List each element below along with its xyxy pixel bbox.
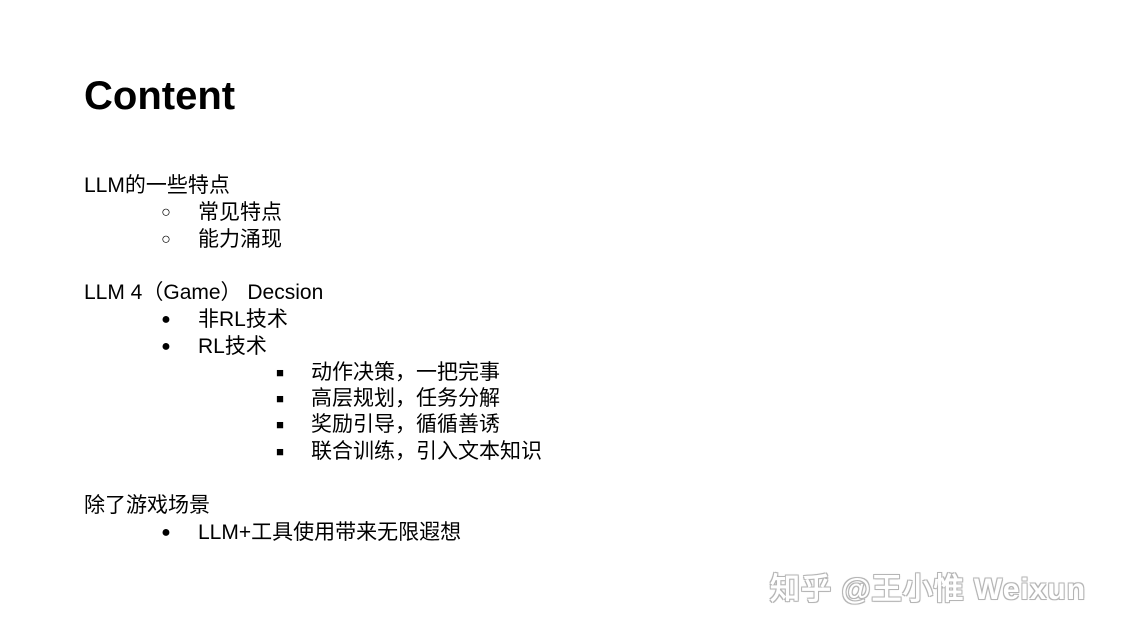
list-item-emergent-abilities: 能力涌现: [198, 228, 282, 251]
hollow-bullet-icon: ○: [161, 204, 171, 221]
sub-item-action-decision: 动作决策，一把完事: [311, 361, 500, 384]
sub-item-high-level-planning: 高层规划，任务分解: [311, 387, 500, 410]
square-bullet-icon: ■: [276, 365, 284, 380]
hollow-bullet-icon: ○: [161, 231, 171, 248]
zhihu-watermark: 知乎 @王小惟 Weixun: [770, 573, 1087, 606]
filled-bullet-icon: ●: [161, 338, 171, 355]
section-heading-llm-game-decision: LLM 4（Game） Decsion: [84, 281, 324, 304]
filled-bullet-icon: ●: [161, 311, 171, 328]
square-bullet-icon: ■: [276, 444, 284, 459]
square-bullet-icon: ■: [276, 417, 284, 432]
list-item-rl: RL技术: [198, 335, 267, 358]
slide-title: Content: [84, 74, 236, 118]
filled-bullet-icon: ●: [161, 524, 171, 541]
sub-item-reward-guidance: 奖励引导，循循善诱: [311, 413, 500, 436]
list-item-non-rl: 非RL技术: [198, 308, 288, 331]
slide: Content LLM的一些特点 ○ 常见特点 ○ 能力涌现 LLM 4（Gam…: [0, 0, 1130, 636]
list-item-llm-tools: LLM+工具使用带来无限遐想: [198, 521, 462, 544]
list-item-common-features: 常见特点: [198, 201, 282, 224]
sub-item-joint-training: 联合训练，引入文本知识: [311, 440, 542, 463]
section-heading-llm-features: LLM的一些特点: [84, 174, 230, 197]
square-bullet-icon: ■: [276, 391, 284, 406]
section-heading-beyond-games: 除了游戏场景: [84, 494, 210, 517]
